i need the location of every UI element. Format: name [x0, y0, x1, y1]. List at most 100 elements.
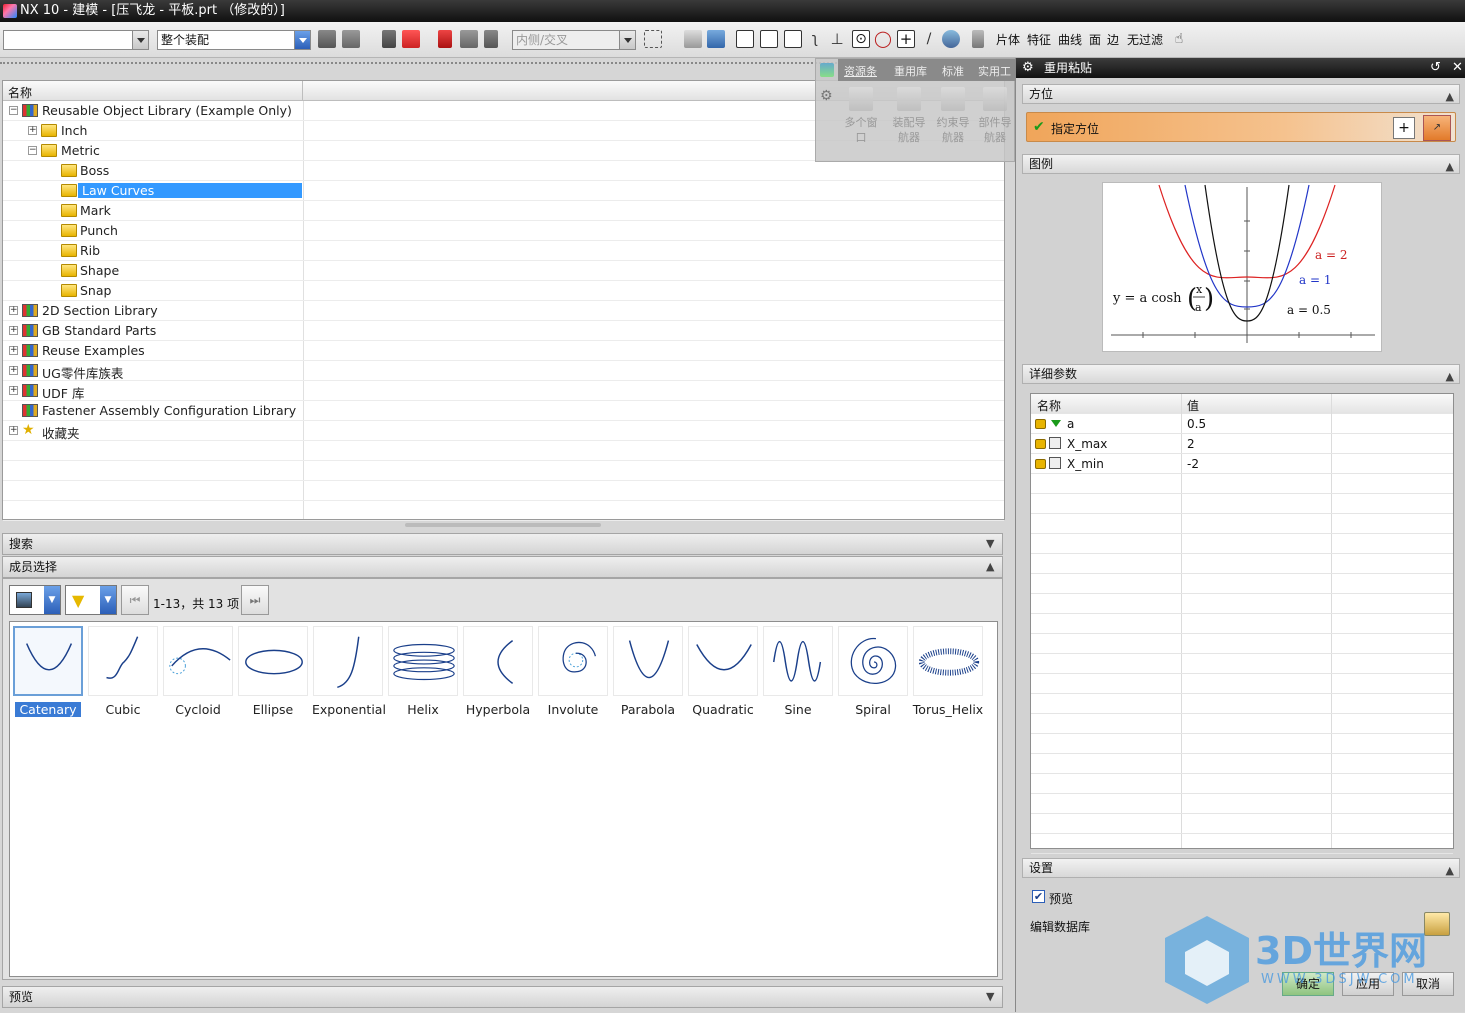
csys-icon[interactable]: ↗ — [1423, 115, 1451, 141]
grid-tool-icon[interactable] — [460, 30, 478, 48]
chevron-down-icon[interactable]: ▼ — [44, 586, 60, 614]
hand-icon[interactable]: ☝ — [1170, 30, 1188, 48]
expand-icon[interactable]: + — [9, 386, 18, 395]
tab-resource-bar[interactable]: 资源条 — [844, 63, 877, 79]
constraint-navigator-tool[interactable]: 约束导航器 — [932, 87, 974, 145]
intersect-mode-combo[interactable]: 内侧/交叉 — [512, 30, 636, 50]
expand-icon[interactable]: + — [9, 326, 18, 335]
chevron-up-icon[interactable]: ▲ — [1446, 88, 1454, 106]
member-item-catenary[interactable]: Catenary — [12, 626, 84, 718]
member-item-ellipse[interactable]: Ellipse — [237, 626, 309, 718]
pin-tool-icon[interactable] — [484, 30, 498, 48]
parameter-table[interactable]: 名称 值 a 0.5 X_max 2 X_min -2 — [1030, 393, 1454, 854]
filter-sheet-body[interactable]: 片体 — [996, 31, 1020, 48]
gear-icon[interactable]: ⚙ — [1022, 58, 1034, 78]
filter-button[interactable]: ▼ ▼ — [65, 585, 117, 615]
intersection-icon[interactable]: ⊥ — [828, 30, 846, 48]
preview-panel-header[interactable]: 预览 ▼ — [2, 986, 1003, 1008]
select-tool-icon[interactable] — [318, 30, 336, 48]
view-icon[interactable] — [684, 30, 702, 48]
filter-curve[interactable]: 曲线 — [1058, 31, 1082, 48]
parameter-row[interactable]: X_max 2 — [1031, 434, 1453, 454]
chevron-down-icon[interactable] — [132, 31, 148, 49]
tree-row[interactable]: + ★ 收藏夹 — [3, 421, 1004, 441]
tree-row[interactable]: + Reuse Examples — [3, 341, 1004, 361]
parameter-value[interactable]: 0.5 — [1187, 417, 1206, 431]
parameter-row[interactable]: X_min -2 — [1031, 454, 1453, 474]
parameter-value[interactable]: 2 — [1187, 437, 1195, 451]
tab-utility[interactable]: 实用工 — [978, 63, 1011, 79]
chevron-down-icon[interactable]: ▼ — [986, 538, 998, 549]
chevron-down-icon[interactable] — [294, 31, 310, 49]
expand-icon[interactable]: + — [28, 126, 37, 135]
expand-icon[interactable]: + — [9, 346, 18, 355]
gear-icon[interactable]: ⚙ — [820, 89, 834, 103]
tree-row[interactable]: Fastener Assembly Configuration Library — [3, 401, 1004, 421]
tab-standard[interactable]: 标准 — [942, 63, 964, 79]
member-panel-header[interactable]: 成员选择 ▲ — [2, 556, 1003, 578]
expand-icon[interactable]: + — [9, 366, 18, 375]
filter-none[interactable]: 无过滤 — [1127, 31, 1163, 48]
arrow-tool-icon[interactable] — [438, 30, 452, 48]
tree-row[interactable]: + UG零件库族表 — [3, 361, 1004, 381]
feature-select-icon[interactable] — [402, 30, 420, 48]
end-point-icon[interactable] — [760, 30, 778, 48]
tree-row[interactable]: Rib — [3, 241, 1004, 261]
member-item-parabola[interactable]: Parabola — [612, 626, 684, 718]
member-item-torus-helix[interactable]: Torus_Helix — [912, 626, 984, 718]
chevron-up-icon[interactable]: ▲ — [1446, 368, 1454, 386]
next-page-button[interactable]: ⏭ — [241, 585, 269, 615]
assembly-tool-icon[interactable] — [342, 30, 360, 48]
lock-icon[interactable] — [1035, 459, 1046, 469]
point-on-face-icon[interactable] — [942, 30, 960, 48]
chevron-up-icon[interactable]: ▲ — [1446, 862, 1454, 880]
member-item-exponential[interactable]: Exponential — [312, 626, 386, 718]
filter-feature[interactable]: 特征 — [1027, 31, 1051, 48]
member-item-sine[interactable]: Sine — [762, 626, 834, 718]
chevron-down-icon[interactable] — [619, 31, 635, 49]
chevron-down-icon[interactable]: ▼ — [100, 586, 116, 614]
tree-row[interactable]: Snap — [3, 281, 1004, 301]
legend-section-header[interactable]: 图例 ▲ — [1022, 154, 1460, 174]
quadrant-icon[interactable]: ◯ — [874, 30, 892, 48]
member-item-quadratic[interactable]: Quadratic — [687, 626, 759, 718]
selection-scope-combo[interactable]: 整个装配 — [157, 30, 311, 50]
mid-point-icon[interactable] — [784, 30, 802, 48]
lock-icon[interactable] — [1035, 439, 1046, 449]
tree-row[interactable]: Boss — [3, 161, 1004, 181]
multi-window-tool[interactable]: 多个窗口 — [840, 87, 882, 145]
existing-point-icon[interactable]: + — [897, 30, 915, 48]
snap-tool-icon[interactable] — [382, 30, 396, 48]
assembly-navigator-tool[interactable]: 装配导航器 — [888, 87, 930, 145]
tab-reuse-library[interactable]: 重用库 — [894, 63, 927, 79]
control-point-icon[interactable]: ʅ — [806, 30, 824, 48]
filter-edge[interactable]: 边 — [1107, 31, 1119, 48]
close-icon[interactable]: ✕ — [1452, 58, 1463, 78]
details-section-header[interactable]: 详细参数 ▲ — [1022, 364, 1460, 384]
tree-row[interactable]: Mark — [3, 201, 1004, 221]
parameter-row[interactable]: a 0.5 — [1031, 414, 1453, 434]
chevron-up-icon[interactable]: ▲ — [986, 561, 998, 572]
panel-splitter[interactable] — [405, 523, 601, 527]
tree-row[interactable]: + GB Standard Parts — [3, 321, 1004, 341]
part-navigator-tool[interactable]: 部件导航器 — [974, 87, 1016, 145]
member-item-cubic[interactable]: Cubic — [87, 626, 159, 718]
point-dialog-icon[interactable]: + — [1393, 117, 1415, 139]
parameter-value[interactable]: -2 — [1187, 457, 1199, 471]
on-curve-icon[interactable]: / — [920, 30, 938, 48]
orientation-section-header[interactable]: 方位 ▲ — [1022, 84, 1460, 104]
specify-orientation-row[interactable]: ✔ 指定方位 + ↗ — [1026, 112, 1456, 142]
snap-point-icon[interactable] — [736, 30, 754, 48]
expand-icon[interactable]: + — [9, 306, 18, 315]
settings-section-header[interactable]: 设置 ▲ — [1022, 858, 1460, 878]
member-item-helix[interactable]: Helix — [387, 626, 459, 718]
tree-row[interactable]: Shape — [3, 261, 1004, 281]
search-panel-header[interactable]: 搜索 ▼ — [2, 533, 1003, 555]
collapse-icon[interactable]: − — [9, 106, 18, 115]
filter-face[interactable]: 面 — [1089, 31, 1101, 48]
member-item-involute[interactable]: Involute — [537, 626, 609, 718]
tree-row[interactable]: + UDF 库 — [3, 381, 1004, 401]
member-item-hyperbola[interactable]: Hyperbola — [462, 626, 534, 718]
previous-page-button[interactable]: ⏮ — [121, 585, 149, 615]
tree-row[interactable]: Punch — [3, 221, 1004, 241]
